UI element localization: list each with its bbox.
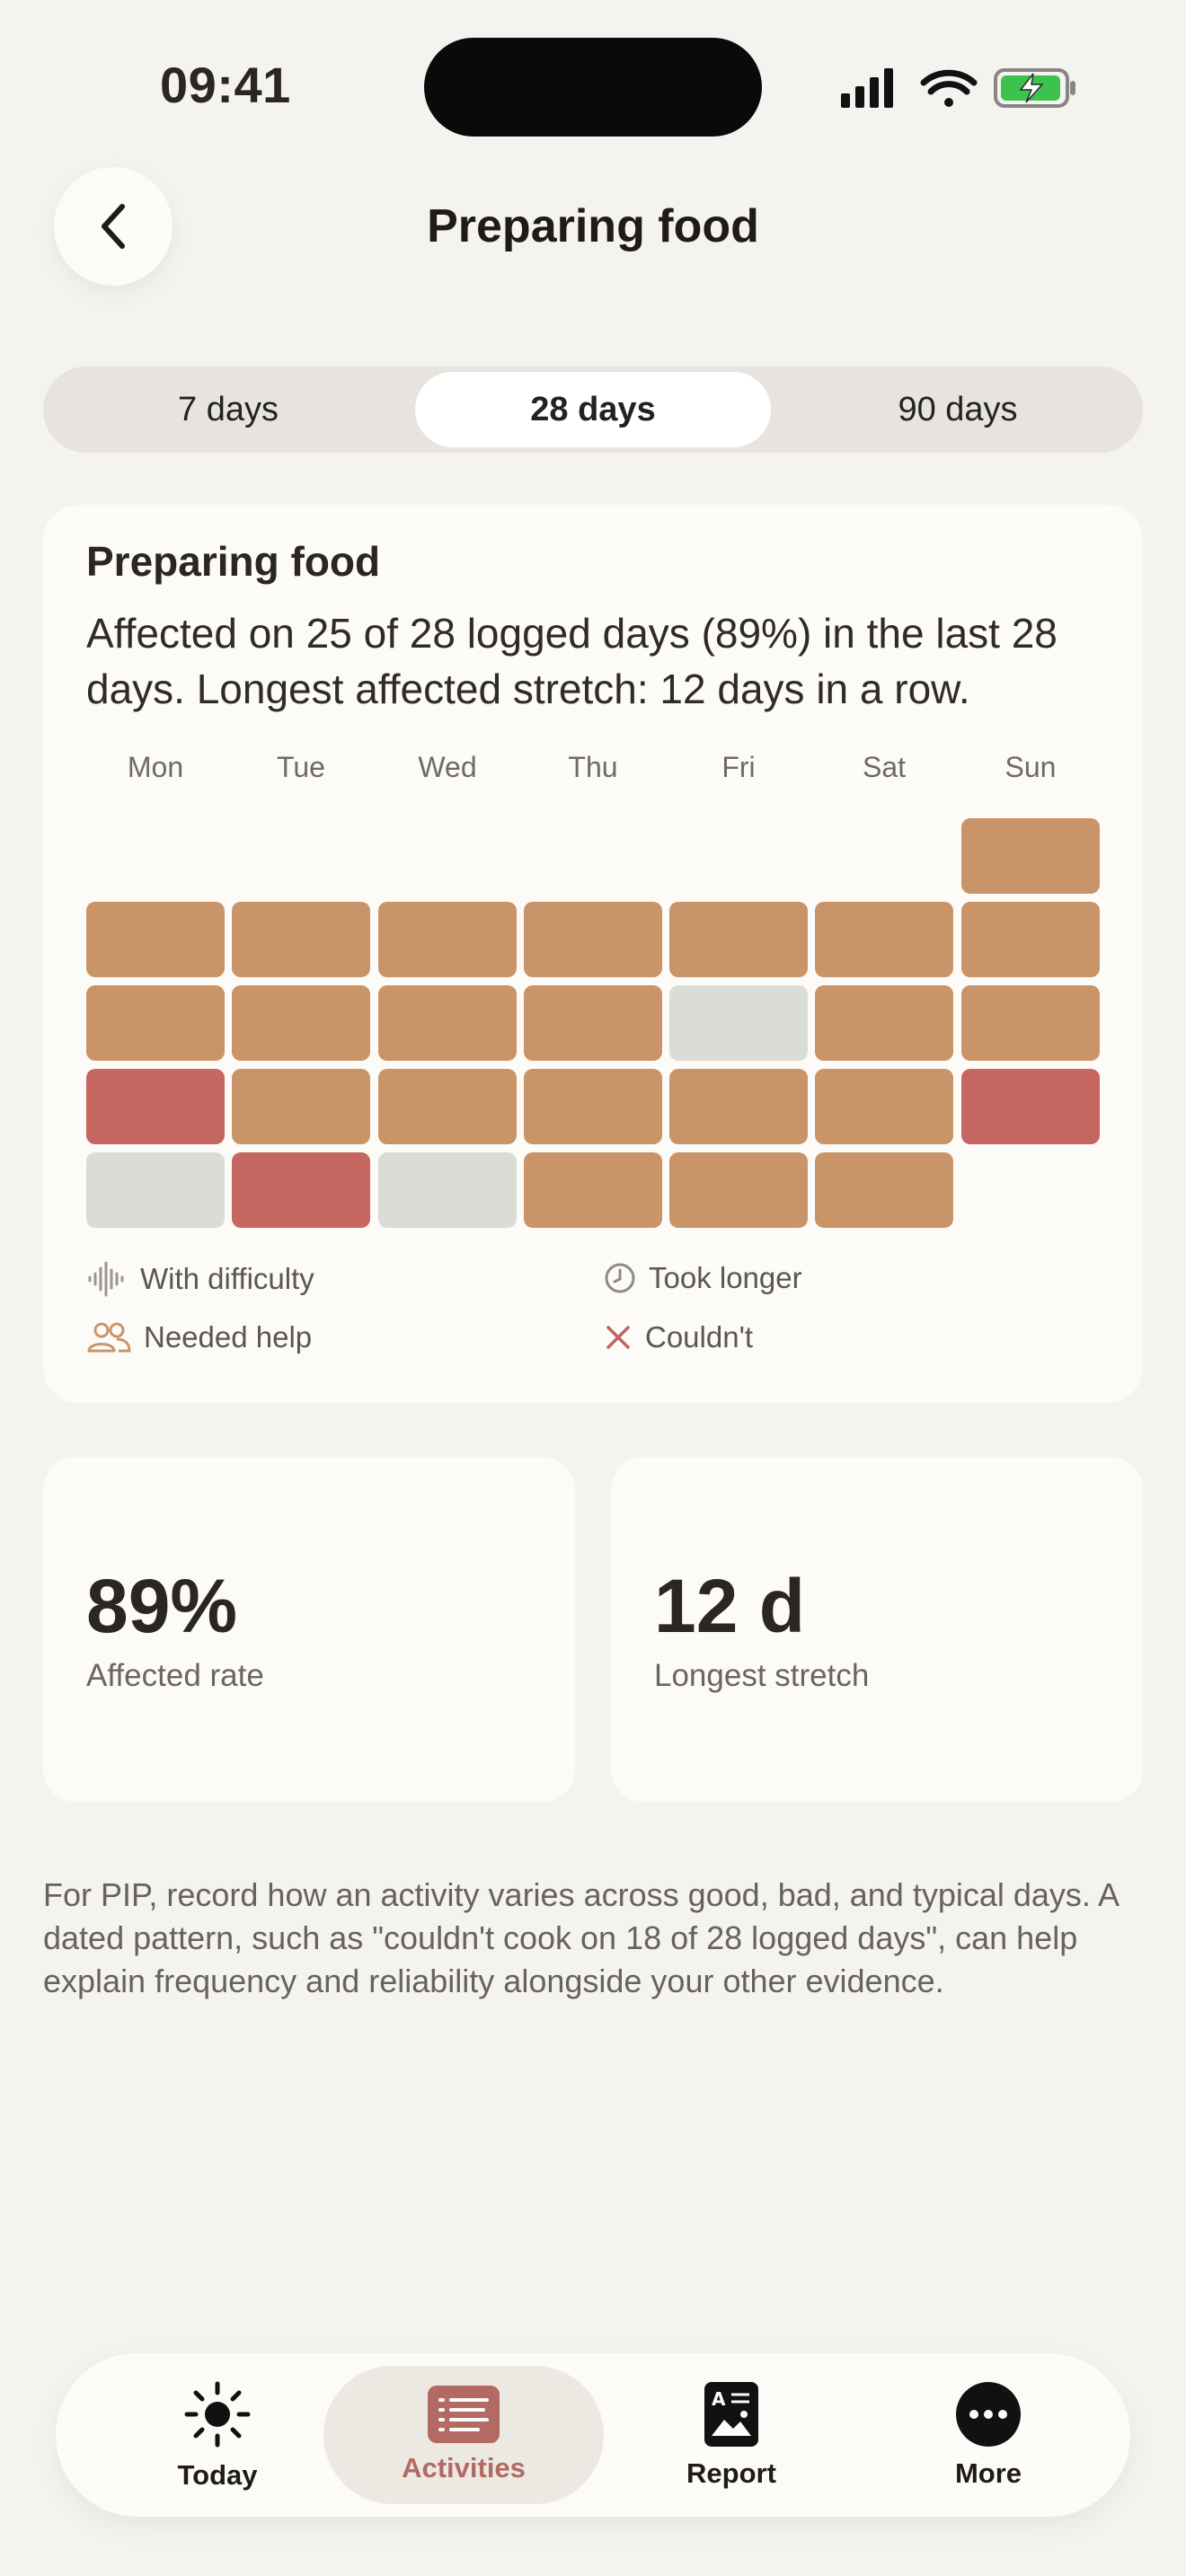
x-icon [606,1326,630,1349]
status-icons [841,68,1075,108]
calendar-day-cell[interactable] [815,985,953,1061]
battery-icon [994,68,1075,108]
calendar-day-cell[interactable] [669,985,808,1061]
calendar-day-cell[interactable] [815,1152,953,1228]
more-icon [956,2382,1021,2447]
calendar-day-cell[interactable] [232,902,370,977]
calendar-day-cell[interactable] [86,985,225,1061]
tab-label: Today [177,2459,258,2491]
weekday-label: Sat [862,751,907,783]
calendar-day-cell[interactable] [815,1069,953,1144]
calendar-day-cell[interactable] [232,1069,370,1144]
wifi-icon [920,69,978,107]
legend-needed-help: Needed help [86,1320,312,1354]
calendar-day-cell[interactable] [86,1152,225,1228]
calendar-day-cell[interactable] [961,818,1100,894]
tab-label: Report [686,2457,776,2489]
tab-activities[interactable]: Activities [323,2366,604,2504]
stat-card-affected-rate: 89% Affected rate [43,1457,575,1802]
card-description: Affected on 25 of 28 logged days (89%) i… [86,610,1058,712]
calendar-day-cell[interactable] [524,902,662,977]
stat-label: Longest stretch [654,1658,870,1693]
people-icon [87,1322,131,1353]
weekday-label: Thu [568,751,618,783]
tab-7-days[interactable]: 7 days [50,372,406,447]
calendar-day-cell[interactable] [524,1152,662,1228]
legend-with-difficulty: With difficulty [86,1261,314,1297]
tab-label: More [954,2457,1022,2489]
card-title: Preparing food [86,538,381,585]
calendar-day-cell[interactable] [378,1069,517,1144]
bottom-tab-bar: Today Activities A Report More [56,2353,1130,2517]
calendar-day-cell[interactable] [524,985,662,1061]
calendar-day-cell[interactable] [378,1152,517,1228]
clock-icon [605,1263,635,1293]
calendar-day-cell[interactable] [86,1069,225,1144]
sun-icon [184,2381,251,2448]
stat-card-longest-stretch: 12 d Longest stretch [611,1457,1143,1802]
list-icon [428,2386,500,2443]
tab-28-days[interactable]: 28 days [415,372,771,447]
calendar-day-cell[interactable] [378,902,517,977]
calendar-day-cell[interactable] [232,1152,370,1228]
legend-label: Took longer [649,1261,802,1294]
tab-report[interactable]: A Report [597,2366,866,2504]
dynamic-island [424,38,762,137]
calendar-day-cell[interactable] [815,902,953,977]
stat-label: Affected rate [86,1658,264,1693]
document-icon: A [704,2382,758,2447]
stat-value: 12 d [654,1564,806,1648]
calendar-day-cell[interactable] [86,902,225,977]
pip-guidance-note: For PIP, record how an activity varies a… [43,1876,1118,1999]
page-title: Preparing food [427,200,759,252]
calendar-day-cell[interactable] [232,985,370,1061]
calendar-day-cell[interactable] [669,902,808,977]
calendar-day-cell[interactable] [378,985,517,1061]
weekday-label: Tue [277,751,325,783]
weekday-label: Sun [1005,751,1057,783]
calendar-day-cell[interactable] [524,1069,662,1144]
legend-label: Needed help [144,1320,313,1354]
calendar-day-cell[interactable] [961,1069,1100,1144]
legend-took-longer: Took longer [604,1261,802,1295]
waveform-icon [88,1261,124,1297]
tab-label: Activities [402,2452,526,2483]
calendar-day-cell[interactable] [961,985,1100,1061]
stat-value: 89% [86,1564,238,1648]
tab-today[interactable]: Today [83,2366,352,2504]
legend-couldnt: Couldn't [604,1320,753,1354]
calendar-day-cell[interactable] [669,1069,808,1144]
weekday-label: Wed [418,751,477,783]
legend-label: With difficulty [140,1262,314,1295]
cellular-signal-icon [841,68,893,108]
status-time: 09:41 [160,57,291,113]
weekday-label: Fri [721,751,756,783]
calendar-day-cell[interactable] [961,902,1100,977]
legend-label: Couldn't [645,1320,754,1354]
range-selector: 7 days 28 days 90 days [43,366,1143,453]
tab-more[interactable]: More [854,2366,1123,2504]
tab-90-days[interactable]: 90 days [780,372,1136,447]
calendar-day-cell[interactable] [669,1152,808,1228]
svg-text:A: A [712,2388,726,2410]
weekday-label: Mon [127,751,184,783]
